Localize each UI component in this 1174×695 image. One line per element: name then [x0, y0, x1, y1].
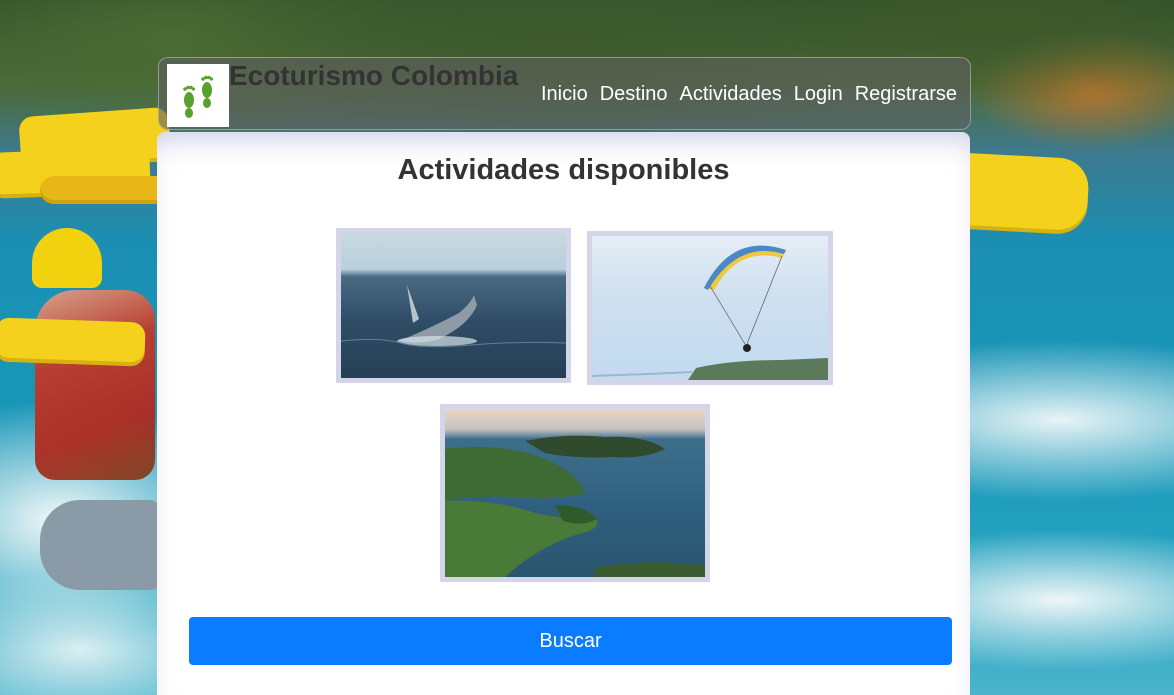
nav-link-actividades[interactable]: Actividades	[680, 83, 782, 106]
activity-photo-coast[interactable]	[440, 404, 710, 582]
whale-breaching-photo	[341, 233, 566, 378]
nav-link-inicio[interactable]: Inicio	[541, 83, 588, 106]
paddle-decoration	[958, 152, 1090, 236]
green-footprints-icon	[183, 75, 214, 118]
coast-illustration	[445, 435, 705, 577]
nav-link-registrarse[interactable]: Registrarse	[855, 83, 957, 106]
brand-title: Ecoturismo Colombia	[229, 60, 519, 91]
paragliding-illustration	[592, 245, 828, 380]
activity-photo-whale[interactable]	[336, 228, 571, 383]
paddle-decoration	[0, 317, 146, 367]
logo[interactable]	[167, 64, 229, 127]
tropical-coast-photo	[445, 409, 705, 577]
nav-link-destino[interactable]: Destino	[600, 83, 668, 106]
navbar: Ecoturismo Colombia Inicio Destino Activ…	[158, 57, 971, 130]
nav-link-login[interactable]: Login	[794, 83, 843, 106]
search-button[interactable]: Buscar	[189, 617, 952, 665]
activity-photo-paragliding[interactable]	[587, 231, 833, 385]
main-nav: Inicio Destino Actividades Login Registr…	[541, 83, 957, 106]
whale-illustration	[341, 285, 566, 348]
helmet-decoration	[32, 228, 102, 288]
raft-decoration	[40, 500, 160, 590]
paragliding-photo	[592, 236, 828, 380]
page-title: Actividades disponibles	[397, 154, 730, 186]
activities-card: Actividades disponibles Buscar	[157, 132, 970, 695]
